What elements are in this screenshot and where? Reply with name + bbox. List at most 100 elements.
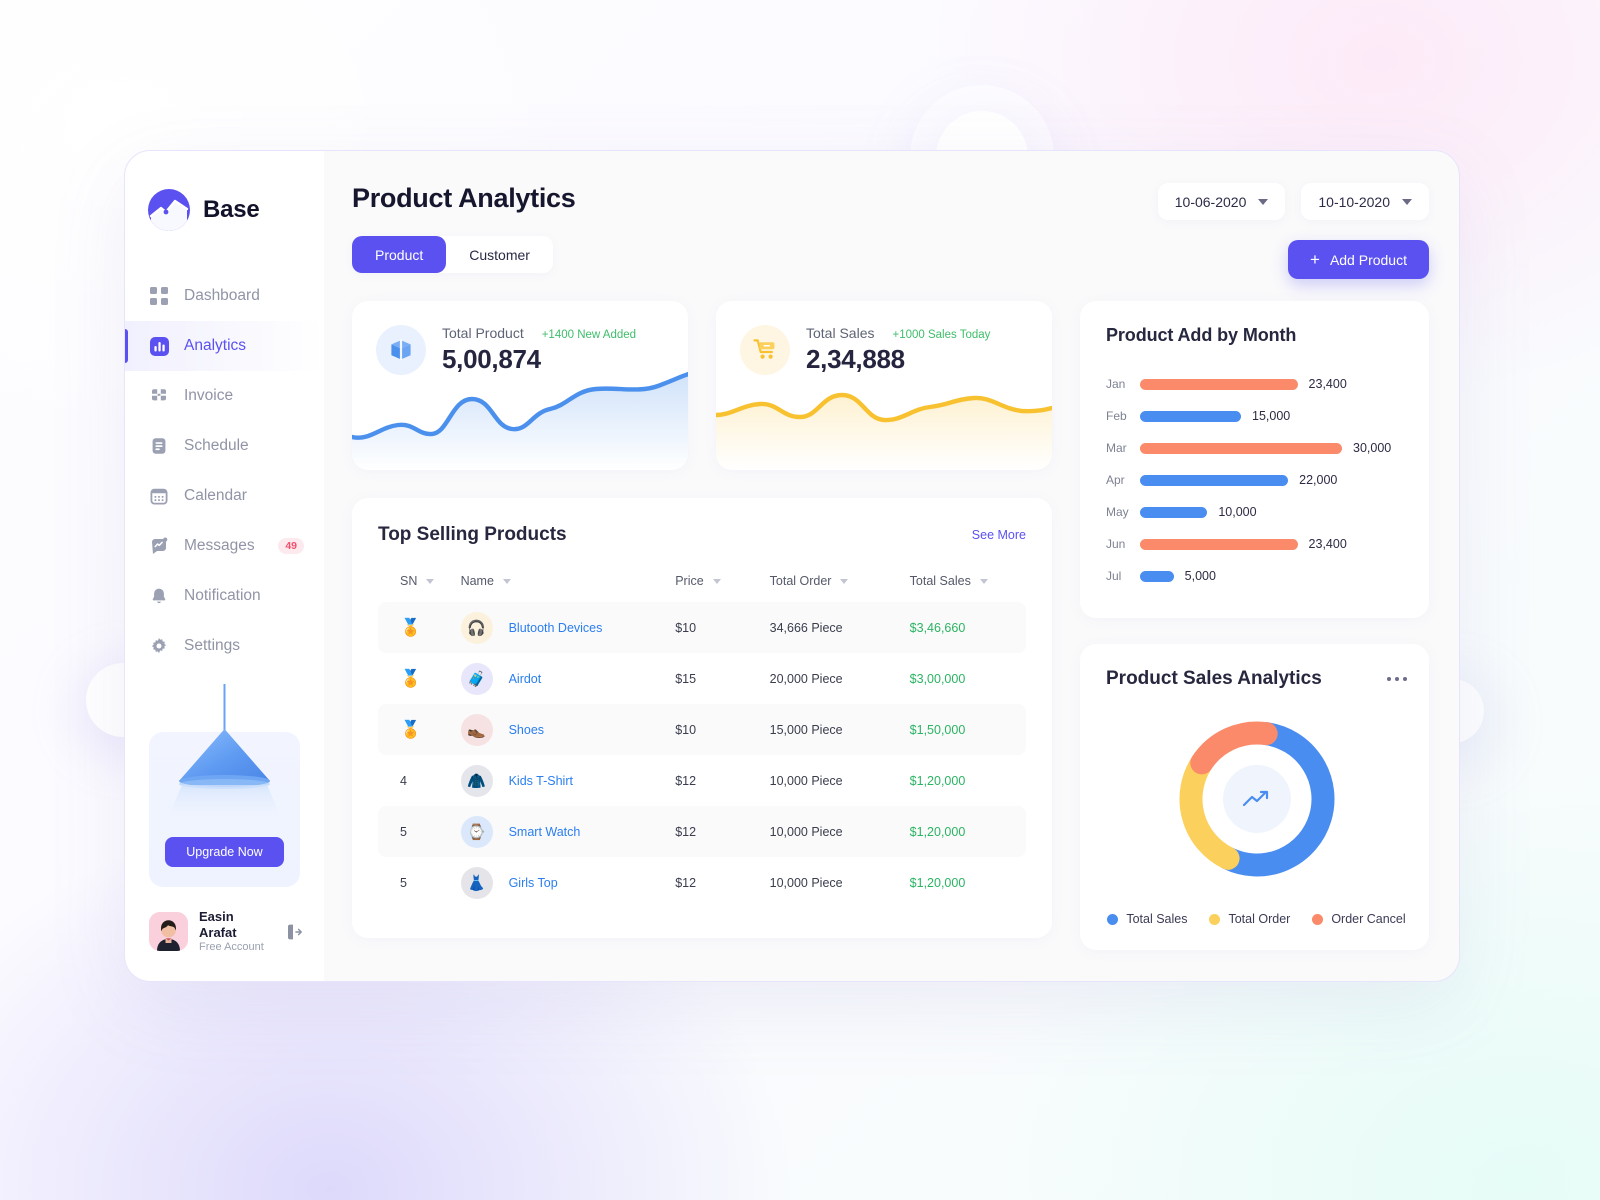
column-header-total-order[interactable]: Total Order [770, 566, 910, 602]
message-chart-icon [149, 536, 169, 556]
bar-value-label: 23,400 [1308, 537, 1347, 551]
cell-total-sales: $1,20,000 [909, 773, 966, 788]
card-head: Top Selling Products See More [378, 524, 1026, 546]
add-product-label: Add Product [1329, 251, 1407, 268]
sidebar-item-analytics[interactable]: Analytics [125, 321, 324, 371]
stat-cards: Total Product +1400 New Added 5,00,874 T… [352, 301, 1052, 470]
logout-icon[interactable] [284, 922, 304, 942]
dress-icon: 👗 [460, 866, 493, 899]
sidebar-item-label: Invoice [184, 387, 234, 404]
tab-customer[interactable]: Customer [446, 236, 553, 273]
product-name-link[interactable]: Kids T-Shirt [509, 774, 573, 788]
sidebar-item-dashboard[interactable]: Dashboard [125, 271, 324, 321]
table-row[interactable]: 🏅 🧳 Airdot $15 20,000 Piece $3,00,000 [378, 653, 1026, 704]
more-horizontal-icon[interactable] [1387, 677, 1407, 681]
table-row[interactable]: 🏅 🎧 Blutooth Devices $10 34,666 Piece $3,46,6… [378, 602, 1026, 653]
donut-segment[interactable] [1179, 751, 1240, 870]
cell-sn: 🏅 [378, 602, 461, 653]
cell-total-order: 10,000 Piece [769, 806, 910, 857]
chevron-down-icon [1258, 198, 1269, 205]
product-name-link[interactable]: Shoes [509, 723, 544, 737]
medal-icon: 🏅 [400, 720, 422, 739]
date-to-select[interactable]: 10-10-2020 [1301, 183, 1429, 220]
table-row[interactable]: 🏅 👞 Shoes $10 15,000 Piece $1,50,000 [378, 704, 1026, 755]
bar-chart-title: Product Add by Month [1106, 325, 1297, 345]
table-row[interactable]: 5 👗 Girls Top $12 10,000 Piece $1,20,000 [378, 857, 1026, 908]
bar-category-label: Jul [1106, 569, 1122, 583]
product-name-link[interactable]: Airdot [509, 672, 542, 686]
column-header-sn[interactable]: SN [378, 566, 461, 602]
product-name-link[interactable]: Girls Top [509, 876, 558, 890]
sidebar-item-settings[interactable]: Settings [125, 621, 324, 671]
legend-label: Total Sales [1126, 912, 1188, 926]
table-body: 🏅 🎧 Blutooth Devices $10 34,666 Piece $3,46,6… [378, 602, 1026, 908]
date-from-select[interactable]: 10-06-2020 [1157, 183, 1286, 220]
cell-total-sales: $3,46,660 [909, 602, 1026, 653]
bar-value-label: 15,000 [1252, 409, 1291, 423]
legend-label: Total Order [1228, 912, 1291, 926]
date-from-value: 10-06-2020 [1174, 193, 1247, 210]
smartwatch-icon: ⌚ [460, 815, 493, 848]
column-header-name[interactable]: Name [461, 566, 676, 602]
sidebar-nav: Dashboard Analytics Invoice Schedule Cal… [125, 271, 324, 671]
product-name-link[interactable]: Smart Watch [509, 825, 581, 839]
sidebar-item-calendar[interactable]: Calendar [125, 471, 324, 521]
right-column: Product Add by Month Jan 23,400 Feb 15,000 M… [1080, 301, 1429, 950]
date-to-value: 10-10-2020 [1318, 193, 1390, 210]
topbar: Product Analytics Product Customer 10-06… [352, 183, 1429, 279]
bar-fill [1140, 538, 1298, 550]
app-window: Base Dashboard Analytics Invoice Schedul… [124, 150, 1460, 982]
gear-icon [149, 636, 169, 656]
cell-price: $15 [675, 671, 697, 686]
cell-price: $12 [675, 773, 697, 788]
legend-swatch [1209, 913, 1221, 925]
bar-category-label: Apr [1106, 473, 1125, 487]
see-more-link[interactable]: See More [972, 528, 1026, 542]
tab-product[interactable]: Product [352, 236, 447, 273]
add-product-button[interactable]: + Add Product [1288, 240, 1429, 279]
stat-text: Total Sales +1000 Sales Today 2,34,888 [806, 325, 990, 375]
cell-total-order: 10,000 Piece [769, 773, 843, 788]
upgrade-now-button[interactable]: Upgrade Now [165, 836, 284, 867]
cell-name: 🎧 Blutooth Devices [460, 602, 676, 653]
left-column: Total Product +1400 New Added 5,00,874 T… [352, 301, 1052, 950]
stat-card-total-sales: Total Sales +1000 Sales Today 2,34,888 [716, 301, 1052, 470]
product-name-link[interactable]: Blutooth Devices [509, 621, 603, 635]
product-add-by-month-card: Product Add by Month Jan 23,400 Feb 15,000 M… [1080, 301, 1429, 618]
cell-sn: 5 [378, 806, 461, 857]
sparkline-yellow [716, 392, 1052, 470]
chevron-down-icon [1402, 198, 1412, 205]
column-header-total-sales[interactable]: Total Sales [910, 566, 1026, 602]
calendar-icon [149, 486, 169, 506]
brand: Base [125, 189, 324, 231]
sidebar-item-invoice[interactable]: Invoice [125, 371, 324, 421]
cell-name: 👗 Girls Top [460, 857, 676, 908]
bar-value-label: 23,400 [1308, 377, 1347, 391]
user-account[interactable]: Easin Arafat Free Account [125, 887, 324, 981]
legend-swatch [1312, 913, 1324, 925]
column-header-price[interactable]: Price [675, 566, 769, 602]
medal-icon: 🏅 [400, 669, 422, 688]
bar-chart-row: Mar 30,000 [1106, 432, 1407, 464]
product-sales-analytics-card: Product Sales Analytics Total Sales Tota… [1080, 644, 1429, 950]
bar-fill [1140, 506, 1208, 518]
bell-icon [149, 586, 169, 606]
cell-sn: 🏅 [378, 653, 461, 704]
cell-total-order: 15,000 Piece [769, 704, 910, 755]
sidebar-item-schedule[interactable]: Schedule [125, 421, 324, 471]
legend-item: Total Sales [1107, 912, 1187, 926]
stat-value: 2,34,888 [806, 344, 905, 374]
bar-chart-row: Jun 23,400 [1106, 528, 1407, 560]
donut-segment[interactable] [1189, 721, 1278, 775]
bar-value-label: 22,000 [1299, 473, 1338, 487]
cell-price: $10 [675, 704, 770, 755]
cell-total-sales: $1,20,000 [909, 806, 1026, 857]
table-row[interactable]: 5 ⌚ Smart Watch $12 10,000 Piece $1,20,000 [378, 806, 1026, 857]
sidebar-item-messages[interactable]: Messages 49 [125, 521, 324, 571]
sidebar-item-notification[interactable]: Notification [125, 571, 324, 621]
table-row[interactable]: 4 🧥 Kids T-Shirt $12 10,000 Piece $1,20,000 [378, 755, 1026, 806]
sort-icon [979, 578, 988, 584]
bar-value-label: 10,000 [1218, 505, 1257, 519]
user-meta: Easin Arafat Free Account [199, 909, 273, 955]
brand-name: Base [203, 196, 260, 223]
